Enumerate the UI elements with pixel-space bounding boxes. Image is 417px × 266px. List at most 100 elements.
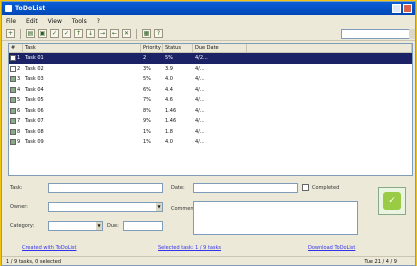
row-num: 3 bbox=[9, 76, 23, 83]
category-dropdown[interactable]: ▼ bbox=[48, 221, 103, 231]
column-header-num[interactable]: # bbox=[9, 44, 23, 52]
label-date: Date: bbox=[171, 185, 185, 191]
menu-bar: File Edit View Tools ? bbox=[2, 16, 415, 26]
down-icon[interactable]: ↓ bbox=[86, 29, 95, 38]
menu-view[interactable]: View bbox=[48, 18, 62, 25]
row-num: 8 bbox=[9, 128, 23, 135]
label-category: Category: bbox=[10, 223, 35, 229]
app-icon bbox=[5, 5, 12, 12]
row-task-name: Task 02 bbox=[25, 65, 44, 72]
row-task-name: Task 03 bbox=[25, 76, 44, 83]
table-row[interactable]: 3 Task 03 5% 4.0 4/... bbox=[9, 74, 412, 85]
title-bar: ToDoList bbox=[2, 2, 415, 15]
minimize-button[interactable] bbox=[392, 4, 401, 13]
close-button[interactable] bbox=[403, 4, 412, 13]
row-status: 4.0 bbox=[165, 139, 173, 146]
menu-tools[interactable]: Tools bbox=[72, 18, 87, 25]
link-download[interactable]: Download ToDoList bbox=[308, 245, 355, 251]
help-icon[interactable]: ? bbox=[154, 29, 163, 38]
toolbar-separator bbox=[20, 28, 21, 39]
check-icon[interactable]: ✓ bbox=[50, 29, 59, 38]
row-status: 4.0 bbox=[165, 76, 173, 83]
menu-help[interactable]: ? bbox=[97, 18, 100, 25]
menu-file[interactable]: File bbox=[6, 18, 16, 25]
table-row[interactable]: 4 Task 04 6% 4.4 4/... bbox=[9, 85, 412, 96]
column-header-date[interactable]: Due Date bbox=[193, 44, 247, 52]
indent-icon[interactable]: → bbox=[98, 29, 107, 38]
menu-edit[interactable]: Edit bbox=[26, 18, 38, 25]
task-list[interactable]: # Task Priority Status Due Date 1 Task 01… bbox=[8, 43, 413, 176]
row-checkbox[interactable] bbox=[10, 97, 16, 104]
print-icon[interactable]: ▦ bbox=[142, 29, 151, 38]
row-num: 5 bbox=[9, 97, 23, 104]
row-number: 4 bbox=[17, 86, 21, 93]
table-row[interactable]: 1 Task 01 2 5% 4/2... bbox=[9, 53, 412, 64]
new-icon[interactable]: + bbox=[6, 29, 15, 38]
row-checkbox[interactable] bbox=[10, 118, 16, 125]
row-checkbox[interactable] bbox=[10, 65, 16, 72]
row-number: 2 bbox=[17, 65, 21, 72]
row-status: 4.6 bbox=[165, 97, 173, 104]
row-priority: 3% bbox=[143, 65, 151, 72]
done-icon[interactable]: ✓ bbox=[378, 187, 406, 215]
row-num: 9 bbox=[9, 139, 23, 146]
row-priority: 5% bbox=[143, 76, 151, 83]
check-all-icon[interactable]: ✓ bbox=[62, 29, 71, 38]
open-icon[interactable]: ▤ bbox=[26, 29, 35, 38]
column-header-priority[interactable]: Priority bbox=[141, 44, 163, 52]
row-date: 4/... bbox=[195, 76, 205, 83]
save-icon[interactable]: ▣ bbox=[38, 29, 47, 38]
link-selected-info[interactable]: Selected task: 1 / 9 tasks bbox=[158, 245, 221, 251]
table-row[interactable]: 8 Task 08 1% 1.8 4/... bbox=[9, 127, 412, 138]
search-input[interactable] bbox=[341, 29, 411, 39]
chevron-down-icon[interactable]: ▼ bbox=[156, 203, 162, 211]
table-row[interactable]: 9 Task 09 1% 4.0 4/... bbox=[9, 137, 412, 148]
link-created[interactable]: Created with ToDoList bbox=[22, 245, 77, 251]
row-status: 1.46 bbox=[165, 107, 177, 114]
comment-field[interactable] bbox=[193, 201, 358, 235]
row-checkbox[interactable] bbox=[10, 76, 16, 83]
table-row[interactable]: 7 Task 07 9% 1.46 4/... bbox=[9, 116, 412, 127]
column-header-status[interactable]: Status bbox=[163, 44, 193, 52]
status-bar: 1 / 9 tasks, 0 selected Tue 21 / 4 / 9 bbox=[2, 256, 415, 266]
row-date: 4/... bbox=[195, 128, 205, 135]
row-checkbox[interactable] bbox=[10, 107, 16, 114]
task-field[interactable] bbox=[48, 183, 163, 193]
row-task-name: Task 09 bbox=[25, 139, 44, 146]
outdent-icon[interactable]: ← bbox=[110, 29, 119, 38]
window-title: ToDoList bbox=[15, 5, 46, 12]
row-task-name: Task 08 bbox=[25, 128, 44, 135]
table-row[interactable]: 6 Task 06 8% 1.46 4/... bbox=[9, 106, 412, 117]
label-task: Task: bbox=[10, 185, 23, 191]
table-row[interactable]: 2 Task 02 3% 3.9 4/... bbox=[9, 64, 412, 75]
column-header-filler bbox=[247, 44, 412, 52]
completed-checkbox[interactable] bbox=[302, 184, 309, 191]
row-task-name: Task 01 bbox=[25, 55, 44, 62]
row-number: 5 bbox=[17, 97, 21, 104]
up-icon[interactable]: ↑ bbox=[74, 29, 83, 38]
column-header-task[interactable]: Task bbox=[23, 44, 141, 52]
row-task-name: Task 05 bbox=[25, 97, 44, 104]
delete-icon[interactable]: ✕ bbox=[122, 29, 131, 38]
table-row[interactable]: 5 Task 05 7% 4.6 4/... bbox=[9, 95, 412, 106]
chevron-down-icon[interactable]: ▼ bbox=[96, 222, 102, 230]
row-number: 9 bbox=[17, 139, 21, 146]
list-header: # Task Priority Status Due Date bbox=[9, 44, 412, 53]
date-field[interactable] bbox=[193, 183, 298, 193]
row-date: 4/... bbox=[195, 97, 205, 104]
row-checkbox[interactable] bbox=[10, 139, 16, 146]
search-button[interactable] bbox=[409, 29, 415, 39]
row-task-name: Task 06 bbox=[25, 107, 44, 114]
task-details-form: Task: Owner: ▼ Category: ▼ Due: Date: Co… bbox=[8, 179, 413, 243]
due-field[interactable] bbox=[123, 221, 163, 231]
row-checkbox[interactable] bbox=[10, 86, 16, 93]
row-num: 1 bbox=[9, 55, 23, 62]
row-checkbox[interactable] bbox=[10, 128, 16, 135]
row-number: 6 bbox=[17, 107, 21, 114]
row-checkbox[interactable] bbox=[10, 55, 16, 62]
completed-label: Completed bbox=[312, 185, 340, 191]
owner-dropdown[interactable]: ▼ bbox=[48, 202, 163, 212]
row-task-name: Task 07 bbox=[25, 118, 44, 125]
row-date: 4/... bbox=[195, 65, 205, 72]
row-priority: 1% bbox=[143, 139, 151, 146]
